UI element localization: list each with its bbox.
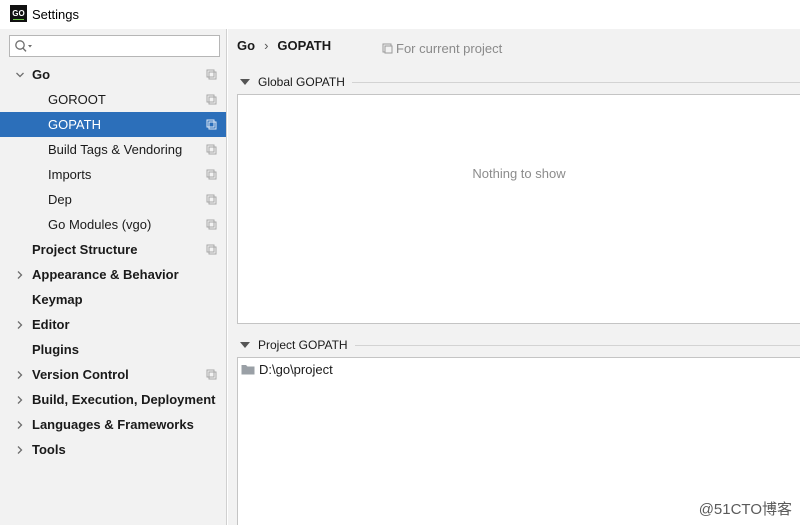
sidebar-item-build-tags-vendoring[interactable]: Build Tags & Vendoring [0,137,226,162]
chevron-right-icon[interactable] [14,312,26,337]
global-gopath-list[interactable]: Nothing to show [237,94,800,324]
sidebar-item-imports[interactable]: Imports [0,162,226,187]
project-gopath-header[interactable]: Project GOPATH [240,338,800,352]
project-scope-icon [206,119,217,130]
sidebar-item-appearance-behavior[interactable]: Appearance & Behavior [0,262,226,287]
breadcrumb-item-go: Go [237,38,256,53]
chevron-right-icon[interactable] [14,387,26,412]
section-divider [351,81,800,83]
sidebar-item-go[interactable]: Go [0,62,226,87]
sidebar-item-label: Project Structure [32,242,138,257]
sidebar-item-label: Build Tags & Vendoring [48,142,183,157]
breadcrumb-item-gopath: GOPATH [277,38,332,53]
sidebar-item-dep[interactable]: Dep [0,187,226,212]
watermark: @51CTO博客 [698,501,792,518]
project-scope-icon [206,169,217,180]
settings-tree: Go GOROOT GOPATH Build Tags & Vendoring Impo… [0,62,226,462]
empty-list-text: Nothing to show [472,166,566,181]
settings-sidebar: Go GOROOT GOPATH Build Tags & Vendoring Impo… [0,29,227,525]
scope-note-text: For current project [396,41,503,56]
sidebar-item-label: Dep [48,192,72,207]
project-scope-icon [206,194,217,205]
chevron-right-icon[interactable] [14,362,26,387]
sidebar-item-keymap[interactable]: Keymap [0,287,226,312]
sidebar-item-label: Imports [48,167,92,182]
collapse-triangle-icon[interactable] [240,342,250,348]
sidebar-item-editor[interactable]: Editor [0,312,226,337]
breadcrumb-separator: › [264,38,269,53]
project-scope-icon [206,244,217,255]
scope-note: For current project [382,41,502,56]
settings-search-input[interactable] [9,35,220,57]
sidebar-item-label: Version Control [32,367,129,382]
project-scope-icon [206,219,217,230]
chevron-right-icon[interactable] [14,437,26,462]
sidebar-item-version-control[interactable]: Version Control [0,362,226,387]
sidebar-item-label: Go [32,67,51,82]
chevron-down-icon[interactable] [14,62,26,87]
sidebar-item-plugins[interactable]: Plugins [0,337,226,362]
search-icon[interactable] [14,39,34,53]
sidebar-item-gopath[interactable]: GOPATH [0,112,226,137]
sidebar-item-build-execution-deployment[interactable]: Build, Execution, Deployment [0,387,226,412]
global-gopath-title: Global GOPATH [258,75,345,89]
settings-content: Go › GOPATH For current project Global G… [228,29,800,525]
sidebar-item-label: Build, Execution, Deployment [32,392,216,407]
project-scope-icon [206,369,217,380]
sidebar-item-languages-frameworks[interactable]: Languages & Frameworks [0,412,226,437]
chevron-right-icon[interactable] [14,412,26,437]
section-divider [354,344,800,346]
folder-icon [241,365,255,375]
list-item[interactable]: D:\go\project [241,362,333,377]
goland-app-icon: GO [10,5,27,22]
sidebar-item-label: GOROOT [48,92,106,107]
project-gopath-title: Project GOPATH [258,338,348,352]
sidebar-item-go-modules-vgo[interactable]: Go Modules (vgo) [0,212,226,237]
sidebar-item-label: Appearance & Behavior [32,267,179,282]
sidebar-item-label: Tools [32,442,66,457]
sidebar-item-label: GOPATH [48,117,101,132]
window-title: Settings [32,7,79,22]
title-bar: GO Settings [0,0,800,29]
project-scope-icon [206,94,217,105]
project-scope-icon [206,144,217,155]
sidebar-item-label: Keymap [32,292,83,307]
collapse-triangle-icon[interactable] [240,79,250,85]
sidebar-item-goroot[interactable]: GOROOT [0,87,226,112]
project-scope-icon [382,43,393,54]
global-gopath-header[interactable]: Global GOPATH [240,75,800,89]
sidebar-item-project-structure[interactable]: Project Structure [0,237,226,262]
chevron-right-icon[interactable] [14,262,26,287]
sidebar-item-tools[interactable]: Tools [0,437,226,462]
breadcrumb: Go › GOPATH [237,38,331,53]
sidebar-item-label: Editor [32,317,70,332]
sidebar-item-label: Go Modules (vgo) [48,217,152,232]
sidebar-item-label: Languages & Frameworks [32,417,194,432]
sidebar-item-label: Plugins [32,342,79,357]
gopath-entry: D:\go\project [259,362,333,377]
project-scope-icon [206,69,217,80]
